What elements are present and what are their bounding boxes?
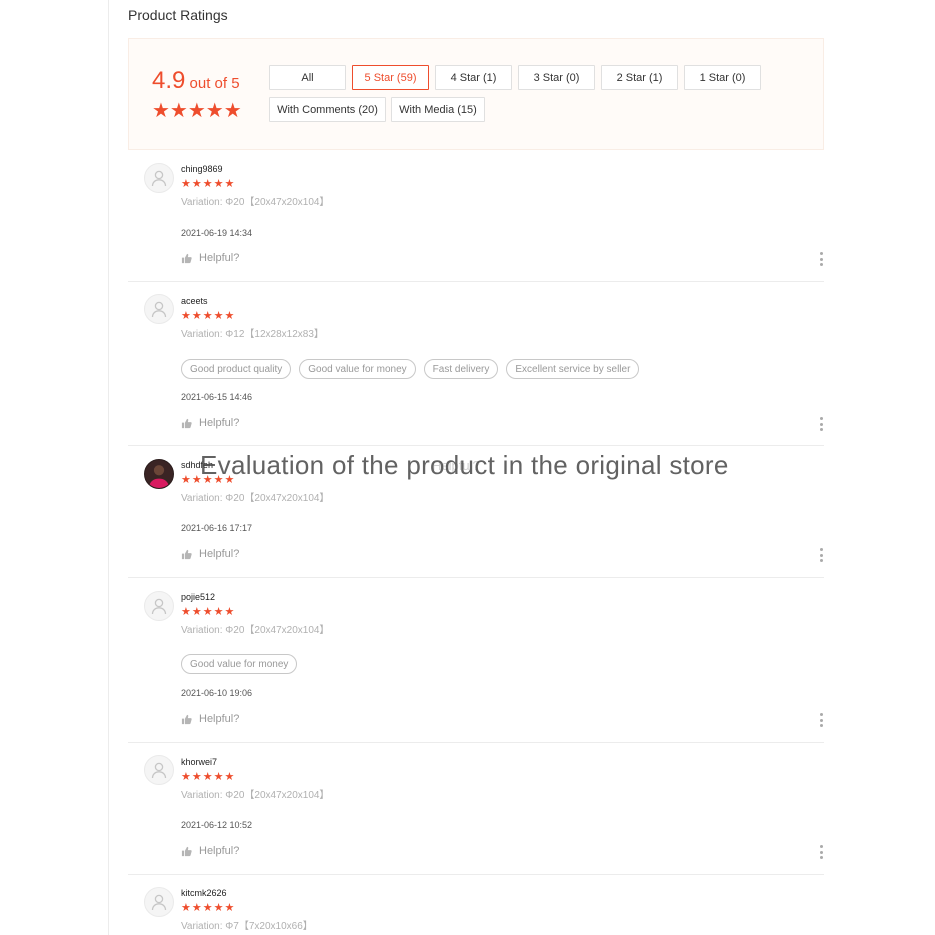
score-out-of: out of 5 bbox=[185, 75, 240, 92]
review-username[interactable]: pojie512 bbox=[181, 592, 215, 602]
review-variation: Variation: Φ12【12x28x12x83】 bbox=[181, 329, 324, 340]
avatar[interactable] bbox=[144, 459, 174, 489]
helpful-button[interactable]: Helpful? bbox=[181, 713, 239, 725]
review-tag: Excellent service by seller bbox=[506, 359, 640, 379]
helpful-label: Helpful? bbox=[199, 252, 240, 264]
review-variation: Variation: Φ20【20x47x20x104】 bbox=[181, 625, 330, 636]
review-tags: Good value for money bbox=[181, 654, 298, 674]
review-variation: Variation: Φ7【7x20x10x66】 bbox=[181, 921, 313, 932]
watermark-caption: Evaluation of the product in the origina… bbox=[200, 450, 729, 480]
thumbs-up-icon bbox=[181, 714, 192, 724]
review-stars: ★★★★★ bbox=[181, 771, 236, 783]
thumbs-up-icon bbox=[181, 549, 192, 559]
helpful-button[interactable]: Helpful? bbox=[181, 252, 239, 264]
review-tag: Good value for money bbox=[299, 359, 416, 379]
thumbs-up-icon bbox=[181, 253, 192, 263]
filter-5-star[interactable]: 5 Star (59) bbox=[352, 65, 429, 90]
more-options-icon[interactable] bbox=[818, 417, 824, 431]
helpful-label: Helpful? bbox=[199, 417, 240, 429]
review-username[interactable]: kitcmk2626 bbox=[181, 888, 227, 898]
review-datetime: 2021-06-12 10:52 bbox=[181, 820, 253, 830]
avatar[interactable] bbox=[144, 294, 174, 324]
review-stars: ★★★★★ bbox=[181, 902, 236, 914]
more-options-icon[interactable] bbox=[818, 548, 824, 562]
helpful-button[interactable]: Helpful? bbox=[181, 417, 239, 429]
review-username[interactable]: aceets bbox=[181, 296, 208, 306]
thumbs-up-icon bbox=[181, 418, 192, 428]
more-options-icon[interactable] bbox=[818, 252, 824, 266]
user-icon bbox=[151, 170, 167, 187]
helpful-button[interactable]: Helpful? bbox=[181, 548, 239, 560]
review-tags: Good product quality Good value for mone… bbox=[181, 359, 640, 379]
review-stars: ★★★★★ bbox=[181, 178, 236, 190]
helpful-button[interactable]: Helpful? bbox=[181, 845, 239, 857]
user-photo-icon bbox=[145, 460, 173, 488]
more-options-icon[interactable] bbox=[818, 713, 824, 727]
user-icon bbox=[151, 762, 167, 779]
score-value: 4.9 bbox=[152, 67, 186, 94]
helpful-label: Helpful? bbox=[199, 713, 240, 725]
user-icon bbox=[151, 301, 167, 318]
filter-2-star[interactable]: 2 Star (1) bbox=[601, 65, 678, 90]
review-variation: Variation: Φ20【20x47x20x104】 bbox=[181, 790, 330, 801]
review-variation: Variation: Φ20【20x47x20x104】 bbox=[181, 197, 330, 208]
review-stars: ★★★★★ bbox=[181, 310, 236, 322]
review-item: aceets ★★★★★ Variation: Φ12【12x28x12x83】… bbox=[128, 282, 824, 446]
user-icon bbox=[151, 598, 167, 615]
filter-3-star[interactable]: 3 Star (0) bbox=[518, 65, 595, 90]
filter-all[interactable]: All bbox=[269, 65, 346, 90]
avatar[interactable] bbox=[144, 887, 174, 917]
average-score: 4.9 out of 5 bbox=[152, 67, 240, 95]
overview-stars: ★★★★★ bbox=[152, 100, 242, 122]
section-title: Product Ratings bbox=[128, 7, 228, 23]
filter-4-star[interactable]: 4 Star (1) bbox=[435, 65, 512, 90]
review-username[interactable]: ching9869 bbox=[181, 164, 223, 174]
filter-1-star[interactable]: 1 Star (0) bbox=[684, 65, 761, 90]
helpful-label: Helpful? bbox=[199, 548, 240, 560]
review-item: pojie512 ★★★★★ Variation: Φ20【20x47x20x1… bbox=[128, 578, 824, 743]
filter-with-comments[interactable]: With Comments (20) bbox=[269, 97, 386, 122]
review-item: ching9869 ★★★★★ Variation: Φ20【20x47x20x… bbox=[128, 150, 824, 282]
thumbs-up-icon bbox=[181, 846, 192, 856]
review-tag: Fast delivery bbox=[423, 359, 499, 379]
left-divider bbox=[108, 0, 109, 935]
review-variation: Variation: Φ20【20x47x20x104】 bbox=[181, 493, 330, 504]
review-datetime: 2021-06-15 14:46 bbox=[181, 392, 253, 402]
review-datetime: 2021-06-10 19:06 bbox=[181, 688, 253, 698]
avatar[interactable] bbox=[144, 591, 174, 621]
review-tag: Good value for money bbox=[181, 654, 298, 674]
user-icon bbox=[151, 894, 167, 911]
avatar[interactable] bbox=[144, 163, 174, 193]
filter-with-media[interactable]: With Media (15) bbox=[391, 97, 485, 122]
more-options-icon[interactable] bbox=[818, 845, 824, 859]
review-item: khorwei7 ★★★★★ Variation: Φ20【20x47x20x1… bbox=[128, 743, 824, 875]
review-datetime: 2021-06-19 14:34 bbox=[181, 228, 253, 238]
rating-overview: 4.9 out of 5 ★★★★★ All 5 Star (59) 4 Sta… bbox=[128, 38, 824, 150]
review-username[interactable]: khorwei7 bbox=[181, 757, 217, 767]
review-tag: Good product quality bbox=[181, 359, 292, 379]
avatar[interactable] bbox=[144, 755, 174, 785]
review-stars: ★★★★★ bbox=[181, 606, 236, 618]
helpful-label: Helpful? bbox=[199, 845, 240, 857]
review-datetime: 2021-06-16 17:17 bbox=[181, 523, 253, 533]
review-item: kitcmk2626 ★★★★★ Variation: Φ7【7x20x10x6… bbox=[128, 875, 824, 935]
